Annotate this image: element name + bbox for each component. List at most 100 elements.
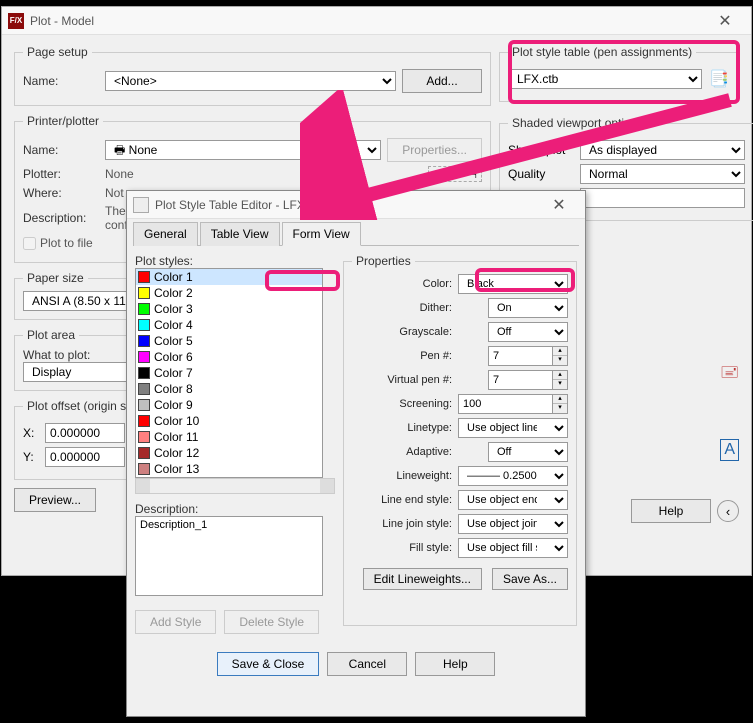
plot-area-legend: Plot area	[23, 328, 79, 342]
style-name: Color 10	[154, 414, 199, 428]
shade-select[interactable]: As displayed	[580, 140, 745, 160]
prop-dither-select[interactable]: On	[488, 298, 568, 318]
help-button[interactable]: Help	[631, 499, 711, 523]
preview-button[interactable]: Preview...	[14, 488, 96, 512]
prop-screening-label: Screening:	[352, 398, 452, 410]
page-orient-icon: A	[720, 439, 739, 461]
plot-style-table-legend: Plot style table (pen assignments)	[508, 45, 696, 59]
prop-lineend-label: Line end style:	[352, 494, 452, 506]
page-setup-name-label: Name:	[23, 74, 99, 88]
page-setup-legend: Page setup	[23, 45, 92, 59]
style-item-5[interactable]: Color 5	[136, 333, 322, 349]
plot-styles-listbox[interactable]: Color 1Color 2Color 3Color 4Color 5Color…	[135, 268, 323, 478]
printer-name-select[interactable]: 🖶 None	[105, 140, 381, 160]
prop-vpen-input[interactable]	[488, 370, 552, 390]
editor-icon	[133, 197, 149, 213]
style-name: Color 7	[154, 366, 193, 380]
editor-titlebar: Plot Style Table Editor - LFX.ctb ✕	[127, 191, 585, 219]
style-item-6[interactable]: Color 6	[136, 349, 322, 365]
color-swatch	[138, 367, 150, 379]
prop-lineweight-select[interactable]: ——— 0.2500 mm	[458, 466, 568, 486]
collapse-icon[interactable]: ‹	[717, 500, 739, 522]
style-item-13[interactable]: Color 13	[136, 461, 322, 477]
color-swatch	[138, 351, 150, 363]
cancel-button[interactable]: Cancel	[327, 652, 407, 676]
prop-adaptive-label: Adaptive:	[352, 446, 452, 458]
delete-style-button[interactable]: Delete Style	[224, 610, 319, 634]
prop-color-select[interactable]: Black	[458, 274, 568, 294]
editor-title: Plot Style Table Editor - LFX.ctb	[155, 198, 539, 212]
quality-select[interactable]: Normal	[580, 164, 745, 184]
prop-grayscale-select[interactable]: Off	[488, 322, 568, 342]
style-item-4[interactable]: Color 4	[136, 317, 322, 333]
style-item-2[interactable]: Color 2	[136, 285, 322, 301]
close-icon[interactable]: ✕	[705, 11, 745, 31]
prop-screening-input[interactable]	[458, 394, 552, 414]
style-item-8[interactable]: Color 8	[136, 381, 322, 397]
style-item-11[interactable]: Color 11	[136, 429, 322, 445]
style-name: Color 4	[154, 318, 193, 332]
vpen-spinner[interactable]: ▴▾	[552, 370, 568, 390]
page-setup-name-select[interactable]: <None>	[105, 71, 396, 91]
x-label: X:	[23, 426, 39, 440]
save-as-button[interactable]: Save As...	[492, 568, 568, 590]
pen-spinner[interactable]: ▴▾	[552, 346, 568, 366]
plot-title: Plot - Model	[30, 14, 705, 28]
desc-label: Description:	[23, 211, 99, 225]
prop-pen-label: Pen #:	[352, 350, 452, 362]
dpi-input[interactable]	[580, 188, 745, 208]
color-swatch	[138, 447, 150, 459]
style-item-10[interactable]: Color 10	[136, 413, 322, 429]
add-button[interactable]: Add...	[402, 69, 482, 93]
x-input[interactable]	[45, 423, 125, 443]
where-label: Where:	[23, 186, 99, 200]
editor-help-button[interactable]: Help	[415, 652, 495, 676]
color-swatch	[138, 271, 150, 283]
prop-grayscale-label: Grayscale:	[352, 326, 452, 338]
plotter-value: None	[105, 167, 134, 181]
tab-table-view[interactable]: Table View	[200, 222, 280, 246]
color-swatch	[138, 399, 150, 411]
plot-to-file-checkbox[interactable]	[23, 237, 36, 250]
stamp-icon[interactable]: 🖃	[720, 363, 739, 383]
tab-general[interactable]: General	[133, 222, 198, 246]
plotter-label: Plotter:	[23, 167, 99, 181]
prop-adaptive-select[interactable]: Off	[488, 442, 568, 462]
prop-lineend-select[interactable]: Use object end style	[458, 490, 568, 510]
y-label: Y:	[23, 450, 39, 464]
style-name: Color 8	[154, 382, 193, 396]
prop-color-label: Color:	[352, 278, 452, 290]
style-item-7[interactable]: Color 7	[136, 365, 322, 381]
style-item-9[interactable]: Color 9	[136, 397, 322, 413]
description-label: Description:	[135, 502, 335, 516]
color-swatch	[138, 415, 150, 427]
editor-close-icon[interactable]: ✕	[539, 195, 579, 215]
plot-style-table-select[interactable]: LFX.ctb	[508, 69, 702, 89]
style-item-3[interactable]: Color 3	[136, 301, 322, 317]
edit-plot-style-icon[interactable]: 📑	[708, 69, 730, 89]
style-name: Color 9	[154, 398, 193, 412]
y-input[interactable]	[45, 447, 125, 467]
add-style-button[interactable]: Add Style	[135, 610, 216, 634]
prop-pen-input[interactable]	[488, 346, 552, 366]
prop-fill-select[interactable]: Use object fill style	[458, 538, 568, 558]
prop-fill-label: Fill style:	[352, 542, 452, 554]
description-textbox[interactable]: Description_1	[135, 516, 323, 596]
style-item-12[interactable]: Color 12	[136, 445, 322, 461]
save-close-button[interactable]: Save & Close	[217, 652, 320, 676]
properties-button[interactable]: Properties...	[387, 138, 482, 162]
color-swatch	[138, 287, 150, 299]
shade-label: Shade plot	[508, 143, 574, 157]
prop-vpen-label: Virtual pen #:	[352, 374, 452, 386]
plot-style-table-group: Plot style table (pen assignments) LFX.c…	[499, 45, 739, 102]
color-swatch	[138, 383, 150, 395]
style-name: Color 6	[154, 350, 193, 364]
prop-linejoin-select[interactable]: Use object join style	[458, 514, 568, 534]
edit-lineweights-button[interactable]: Edit Lineweights...	[363, 568, 482, 590]
list-scrollbar[interactable]	[135, 478, 335, 494]
prop-linetype-select[interactable]: Use object linetype	[458, 418, 568, 438]
screening-spinner[interactable]: ▴▾	[552, 394, 568, 414]
tab-form-view[interactable]: Form View	[282, 222, 361, 246]
plot-titlebar: F/X Plot - Model ✕	[2, 7, 751, 35]
style-item-1[interactable]: Color 1	[136, 269, 322, 285]
